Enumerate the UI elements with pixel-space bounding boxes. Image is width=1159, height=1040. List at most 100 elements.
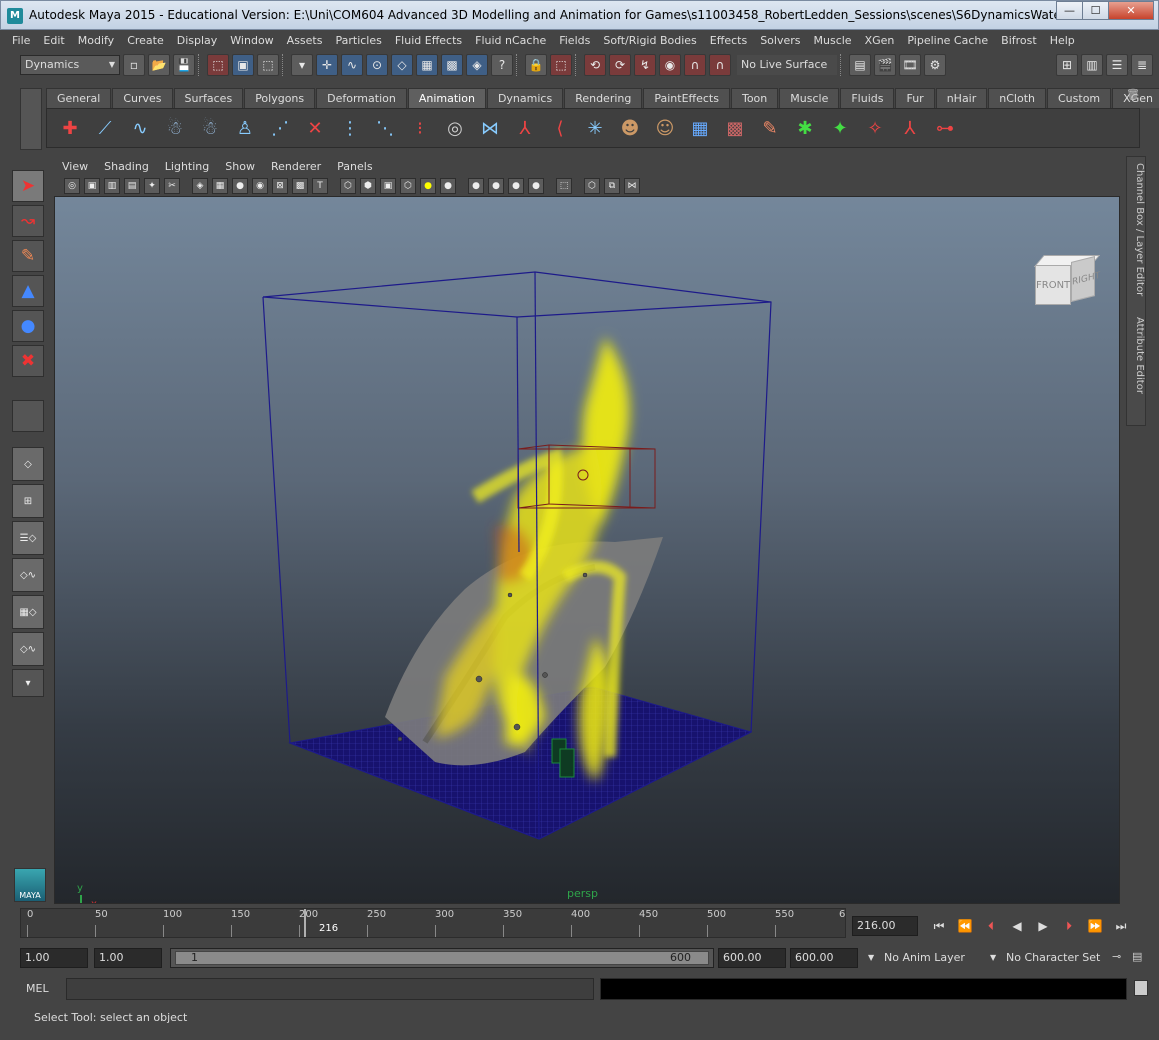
new-scene-icon[interactable]: ▫ [123, 54, 145, 76]
menu-particles[interactable]: Particles [335, 34, 381, 47]
channel-box-tab[interactable]: Channel Box / Layer Editor [1129, 163, 1145, 296]
menu-display[interactable]: Display [177, 34, 218, 47]
locator-icon[interactable]: ✱ [790, 112, 820, 144]
connect-joint-icon[interactable]: ⁝ [405, 112, 435, 144]
graph-persp-layout-icon[interactable]: ◇∿ [12, 558, 44, 592]
lock-icon[interactable]: 🔒 [525, 54, 547, 76]
step-forward-key-icon[interactable]: ⏵ [1056, 916, 1082, 936]
light-icon[interactable]: ● [420, 178, 436, 194]
ipr-render-icon[interactable]: 🎞 [899, 54, 921, 76]
vp-menu-panels[interactable]: Panels [337, 160, 372, 173]
motion-blur-icon[interactable]: ● [488, 178, 504, 194]
output-connections-icon[interactable]: ↯ [634, 54, 656, 76]
graph-editor-icon[interactable]: ▦ [685, 112, 715, 144]
start-time-field[interactable]: 1.00 [20, 948, 88, 968]
paint-select-icon[interactable]: ✎ [12, 240, 44, 272]
play-forwards-icon[interactable]: ▶ [1030, 916, 1056, 936]
face-icon[interactable]: ☺ [650, 112, 680, 144]
shelf-menu-handle[interactable] [20, 88, 42, 150]
outliner-persp-layout-icon[interactable]: ☰◇ [12, 521, 44, 555]
select-tool-icon[interactable]: ➤ [12, 170, 44, 202]
isolate-icon[interactable]: ⬡ [340, 178, 356, 194]
menu-bifrost[interactable]: Bifrost [1001, 34, 1037, 47]
script-editor-icon[interactable] [1134, 980, 1148, 996]
menu-set-dropdown[interactable]: Dynamics ▼ [20, 55, 120, 75]
lasso-tool-icon[interactable]: ↝ [12, 205, 44, 237]
shelf-tab-toon[interactable]: Toon [730, 88, 779, 108]
constraint-orient-icon[interactable]: ⅄ [895, 112, 925, 144]
selection-mask-icon[interactable]: ▾ [291, 54, 313, 76]
constraint-aim-icon[interactable]: ✧ [860, 112, 890, 144]
range-slider[interactable]: 1 600 [170, 948, 714, 968]
two-sided-icon[interactable]: ⧉ [604, 178, 620, 194]
film-gate-icon[interactable]: ✂ [164, 178, 180, 194]
camera-attributes-icon[interactable]: ▣ [84, 178, 100, 194]
character-icon[interactable]: ♙ [230, 112, 260, 144]
menu-file[interactable]: File [12, 34, 30, 47]
antialias-icon[interactable]: ● [508, 178, 524, 194]
magnet-live-icon[interactable]: ∩ [709, 54, 731, 76]
render-settings-icon[interactable]: ◉ [659, 54, 681, 76]
menu-xgen[interactable]: XGen [865, 34, 895, 47]
vp-menu-show[interactable]: Show [225, 160, 255, 173]
script-language-label[interactable]: MEL [26, 982, 49, 995]
menu-edit[interactable]: Edit [43, 34, 64, 47]
vp-menu-lighting[interactable]: Lighting [165, 160, 209, 173]
menu-fluid-ncache[interactable]: Fluid nCache [475, 34, 546, 47]
viewcube-right[interactable]: RIGHT [1071, 256, 1100, 302]
input-connections-icon[interactable]: ⟳ [609, 54, 631, 76]
select-camera-icon[interactable]: ◎ [64, 178, 80, 194]
menu-help[interactable]: Help [1050, 34, 1075, 47]
orient-joint-icon[interactable]: ✕ [300, 112, 330, 144]
select-component-icon[interactable]: ⬚ [257, 54, 279, 76]
shelf-tab-deformation[interactable]: Deformation [316, 88, 407, 108]
shelf-tab-rendering[interactable]: Rendering [564, 88, 643, 108]
play-backwards-icon[interactable]: ◀ [1004, 916, 1030, 936]
live-surface-label[interactable]: No Live Surface [737, 55, 837, 75]
go-to-end-icon[interactable]: ⏭ [1108, 916, 1134, 936]
xray-active-icon[interactable]: ▣ [380, 178, 396, 194]
perspective-viewport[interactable]: FRONT RIGHT y x persp [54, 196, 1120, 904]
snap-grid-icon[interactable]: ✛ [316, 54, 338, 76]
joint-tool-icon[interactable]: ⋰ [265, 112, 295, 144]
current-frame-field[interactable]: 216.00 [852, 916, 918, 936]
shelf-tab-general[interactable]: General [46, 88, 112, 108]
scale-tool-icon[interactable]: ✖ [12, 345, 44, 377]
paint-weights-icon[interactable]: ◎ [440, 112, 470, 144]
shelf-tab-custom[interactable]: Custom [1047, 88, 1112, 108]
humanik-icon[interactable]: ✳ [580, 112, 610, 144]
menu-pipeline-cache[interactable]: Pipeline Cache [907, 34, 988, 47]
shadow-icon[interactable]: ● [440, 178, 456, 194]
custom-layout-icon[interactable]: ◇∿ [12, 632, 44, 666]
menu-solvers[interactable]: Solvers [760, 34, 800, 47]
anim-layer-dropdown[interactable]: ▼ No Anim Layer [866, 948, 984, 968]
trash-icon[interactable]: 🗑 [1125, 88, 1141, 104]
cluster-icon[interactable]: ⅄ [510, 112, 540, 144]
shelf-tab-surfaces[interactable]: Surfaces [173, 88, 244, 108]
wireframe-icon[interactable]: ◈ [192, 178, 208, 194]
mirror-joint-icon[interactable]: ⋱ [370, 112, 400, 144]
dope-sheet-icon[interactable]: ▩ [720, 112, 750, 144]
gpu-cache-icon[interactable]: ⋈ [624, 178, 640, 194]
toggle-attribute-editor-icon[interactable]: ▥ [1081, 54, 1103, 76]
hypershade-layout-icon[interactable]: ▦◇ [12, 595, 44, 629]
head-icon[interactable]: ☻ [615, 112, 645, 144]
constraint-point-icon[interactable]: ✦ [825, 112, 855, 144]
toggle-modeling-toolkit-icon[interactable]: ⊞ [1056, 54, 1078, 76]
wireframe-on-shaded-icon[interactable]: ◉ [252, 178, 268, 194]
step-back-key-icon[interactable]: ⏴ [978, 916, 1004, 936]
grid-toggle-icon[interactable]: ✦ [144, 178, 160, 194]
textured-icon[interactable]: ▩ [292, 178, 308, 194]
minimize-button[interactable]: — [1056, 1, 1083, 20]
snap-view-icon[interactable]: ▦ [416, 54, 438, 76]
shelf-tab-dynamics[interactable]: Dynamics [486, 88, 564, 108]
animation-prefs-icon[interactable]: ▤ [1132, 950, 1142, 963]
render-view-icon[interactable]: ▤ [849, 54, 871, 76]
depth-of-field-icon[interactable]: ● [528, 178, 544, 194]
constraint-parent-icon[interactable]: ⊶ [930, 112, 960, 144]
construction-history-icon[interactable]: ⟲ [584, 54, 606, 76]
shelf-tab-polygons[interactable]: Polygons [244, 88, 316, 108]
character-set-dropdown[interactable]: ▼ No Character Set [988, 948, 1108, 968]
shelf-tab-fur[interactable]: Fur [895, 88, 935, 108]
playback-start-field[interactable]: 1.00 [94, 948, 162, 968]
